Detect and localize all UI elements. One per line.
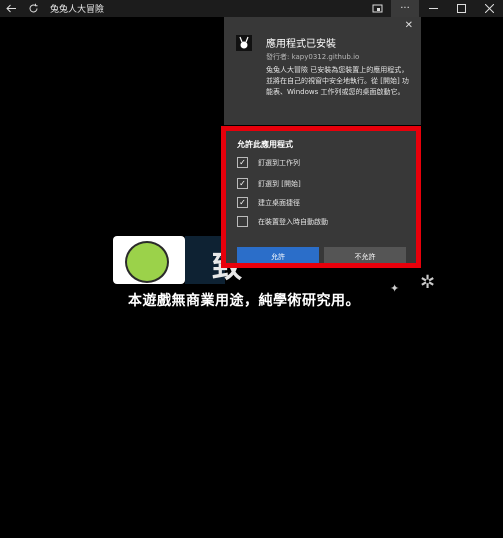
- option-label: 釘選到 [開始]: [258, 179, 301, 188]
- close-window-button[interactable]: [475, 0, 503, 17]
- publisher-text: 發行者: kapy0312.github.io: [266, 53, 360, 61]
- auto-start-option[interactable]: 在裝置登入時自動啟動: [237, 216, 328, 227]
- maximize-button[interactable]: [447, 0, 475, 17]
- app-installed-popup: ✕ 應用程式已安裝 發行者: kapy0312.github.io 兔兔人大冒險…: [224, 17, 421, 125]
- checkbox-checked[interactable]: ✓: [237, 197, 248, 208]
- gear-icon: ✲: [420, 272, 436, 293]
- close-icon: [484, 4, 494, 13]
- popup-description: 兔兔人大冒險 已安裝為您裝置上的應用程式，並將在自己的視窗中安全地執行。從 [開…: [266, 66, 409, 96]
- checkbox-checked[interactable]: ✓: [237, 157, 248, 168]
- refresh-button[interactable]: [22, 0, 44, 17]
- rabbit-character-avatar: [125, 241, 169, 283]
- allow-button[interactable]: 允許: [237, 247, 319, 267]
- cast-button[interactable]: [363, 0, 391, 17]
- more-dots-icon: ···: [400, 3, 410, 14]
- cast-icon: [372, 4, 382, 13]
- checkbox-checked[interactable]: ✓: [237, 178, 248, 189]
- disclaimer-text: 本遊戲無商業用途，純學術研究用。: [128, 293, 360, 309]
- maximize-icon: [456, 4, 466, 13]
- title-bar: 兔兔人大冒險 ···: [0, 0, 503, 17]
- more-options-button[interactable]: ···: [391, 0, 419, 17]
- checkbox-unchecked[interactable]: [237, 216, 248, 227]
- pin-start-option[interactable]: ✓ 釘選到 [開始]: [237, 178, 301, 189]
- deny-button[interactable]: 不允許: [324, 247, 406, 267]
- close-icon[interactable]: ✕: [405, 20, 413, 31]
- desktop-shortcut-option[interactable]: ✓ 建立桌面捷徑: [237, 197, 300, 208]
- option-label: 釘選到工作列: [258, 158, 300, 167]
- game-logo: [113, 236, 185, 284]
- permissions-panel: 允許此應用程式 ✓ 釘選到工作列 ✓ 釘選到 [開始] ✓ 建立桌面捷徑 在裝置…: [224, 126, 421, 268]
- window-title: 兔兔人大冒險: [50, 5, 105, 15]
- popup-title: 應用程式已安裝: [266, 39, 336, 50]
- sparkle-icon: ✦: [390, 282, 400, 295]
- back-button[interactable]: [0, 0, 22, 17]
- refresh-icon: [29, 3, 37, 13]
- pin-taskbar-option[interactable]: ✓ 釘選到工作列: [237, 157, 300, 168]
- option-label: 在裝置登入時自動啟動: [258, 217, 328, 226]
- minimize-button[interactable]: [419, 0, 447, 17]
- rabbit-app-icon: [236, 35, 252, 51]
- back-arrow-icon: [5, 4, 16, 13]
- minimize-icon: [428, 8, 438, 9]
- option-label: 建立桌面捷徑: [258, 198, 300, 207]
- permissions-heading: 允許此應用程式: [237, 140, 293, 149]
